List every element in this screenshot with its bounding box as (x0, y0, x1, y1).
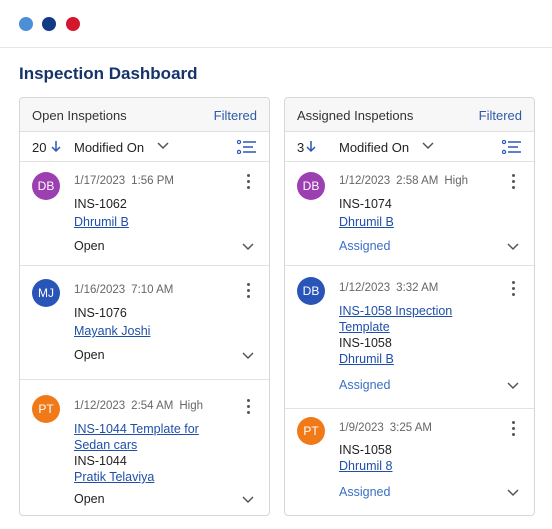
assignee-link[interactable]: Dhrumil 8 (339, 459, 393, 473)
filter-link[interactable]: Filtered (214, 108, 257, 123)
inspection-id: INS-1074 (339, 197, 392, 211)
chevron-down-icon[interactable] (156, 141, 170, 151)
card-time: 3:25 AM (389, 422, 432, 434)
record-count: 20 (32, 140, 47, 155)
expand-chevron-icon[interactable] (506, 488, 520, 498)
card-meta: 1/12/2023 2:54 AM High (74, 400, 203, 412)
assignee-link[interactable]: Dhrumil B (339, 215, 394, 229)
card-date: 1/9/2023 (339, 422, 384, 434)
sort-field-select[interactable]: Modified On (339, 140, 409, 155)
card-time: 3:32 AM (396, 282, 439, 294)
status-label: Assigned (339, 239, 391, 253)
list-view-icon[interactable] (502, 140, 522, 154)
priority-label: High (444, 175, 469, 187)
open-inspections-panel: Open Inspetions Filtered 20 Modified On … (19, 97, 270, 516)
avatar: DB (297, 172, 325, 200)
priority-label: High (179, 400, 204, 412)
more-options-icon[interactable] (512, 281, 516, 297)
card-meta: 1/9/2023 3:25 AM (339, 422, 432, 434)
card-date: 1/16/2023 (74, 284, 126, 296)
template-link[interactable]: Template (339, 320, 390, 334)
more-options-icon[interactable] (512, 174, 516, 190)
inspection-card[interactable]: DB 1/17/2023 1:56 PM INS-1062 Dhrumil B O… (20, 163, 269, 266)
avatar: DB (297, 277, 325, 305)
window-control-maximize[interactable] (42, 17, 56, 31)
window-control-minimize[interactable] (19, 17, 33, 31)
status-label: Assigned (339, 485, 391, 499)
card-meta: 1/17/2023 1:56 PM (74, 175, 174, 187)
card-time: 2:58 AM (396, 175, 439, 187)
card-time: 2:54 AM (131, 400, 174, 412)
avatar: MJ (32, 279, 60, 307)
card-time: 7:10 AM (131, 284, 174, 296)
more-options-icon[interactable] (247, 399, 251, 415)
status-label: Open (74, 492, 105, 506)
assigned-inspections-panel: Assigned Inspetions Filtered 3 Modified … (284, 97, 535, 516)
inspection-card[interactable]: PT 1/12/2023 2:54 AM High INS-1044 Templat… (20, 380, 269, 515)
template-link[interactable]: INS-1058 Inspection (339, 304, 452, 318)
avatar: PT (297, 417, 325, 445)
more-options-icon[interactable] (247, 283, 251, 299)
card-meta: 1/16/2023 7:10 AM (74, 284, 173, 296)
panel-header: Open Inspetions Filtered (20, 98, 269, 132)
assignee-link[interactable]: Dhrumil B (74, 215, 129, 229)
inspection-card[interactable]: PT 1/9/2023 3:25 AM INS-1058 Dhrumil 8 As… (285, 409, 534, 515)
expand-chevron-icon[interactable] (506, 242, 520, 252)
expand-chevron-icon[interactable] (241, 242, 255, 252)
status-label: Assigned (339, 378, 391, 392)
panel-header: Assigned Inspetions Filtered (285, 98, 534, 132)
avatar: PT (32, 395, 60, 423)
template-link[interactable]: INS-1044 Template for (74, 422, 199, 436)
card-meta: 1/12/2023 3:32 AM (339, 282, 438, 294)
panel-title: Open Inspetions (32, 108, 127, 123)
template-link[interactable]: Sedan cars (74, 438, 137, 452)
filter-link[interactable]: Filtered (479, 108, 522, 123)
card-date: 1/12/2023 (74, 400, 126, 412)
sort-descending-icon[interactable] (50, 139, 62, 153)
inspection-id: INS-1058 (339, 443, 392, 457)
status-label: Open (74, 348, 105, 362)
window-control-close[interactable] (66, 17, 80, 31)
inspection-card[interactable]: DB 1/12/2023 3:32 AM INS-1058 Inspection … (285, 266, 534, 409)
card-meta: 1/12/2023 2:58 AM High (339, 175, 468, 187)
inspection-number: INS-1044 (74, 454, 127, 468)
expand-chevron-icon[interactable] (506, 381, 520, 391)
status-label: Open (74, 239, 105, 253)
panel-title: Assigned Inspetions (297, 108, 414, 123)
avatar: DB (32, 172, 60, 200)
assignee-link[interactable]: Pratik Telaviya (74, 470, 154, 484)
list-view-icon[interactable] (237, 140, 257, 154)
page-title: Inspection Dashboard (19, 64, 198, 83)
inspection-card[interactable]: DB 1/12/2023 2:58 AM High INS-1074 Dhrumil… (285, 163, 534, 266)
chevron-down-icon[interactable] (421, 141, 435, 151)
assignee-link[interactable]: Mayank Joshi (74, 324, 150, 338)
card-date: 1/12/2023 (339, 175, 391, 187)
card-date: 1/17/2023 (74, 175, 126, 187)
expand-chevron-icon[interactable] (241, 351, 255, 361)
sort-descending-icon[interactable] (305, 139, 317, 153)
sort-bar: 20 Modified On (20, 132, 269, 162)
window-titlebar (0, 0, 552, 48)
more-options-icon[interactable] (512, 421, 516, 437)
card-time: 1:56 PM (131, 175, 174, 187)
assignee-link[interactable]: Dhrumil B (339, 352, 394, 366)
inspection-id: INS-1062 (74, 197, 127, 211)
more-options-icon[interactable] (247, 174, 251, 190)
sort-field-select[interactable]: Modified On (74, 140, 144, 155)
record-count: 3 (297, 140, 305, 155)
expand-chevron-icon[interactable] (241, 495, 255, 505)
inspection-id: INS-1076 (74, 306, 127, 320)
inspection-card[interactable]: MJ 1/16/2023 7:10 AM INS-1076 Mayank Josh… (20, 266, 269, 380)
inspection-number: INS-1058 (339, 336, 392, 350)
card-date: 1/12/2023 (339, 282, 391, 294)
sort-bar: 3 Modified On (285, 132, 534, 162)
